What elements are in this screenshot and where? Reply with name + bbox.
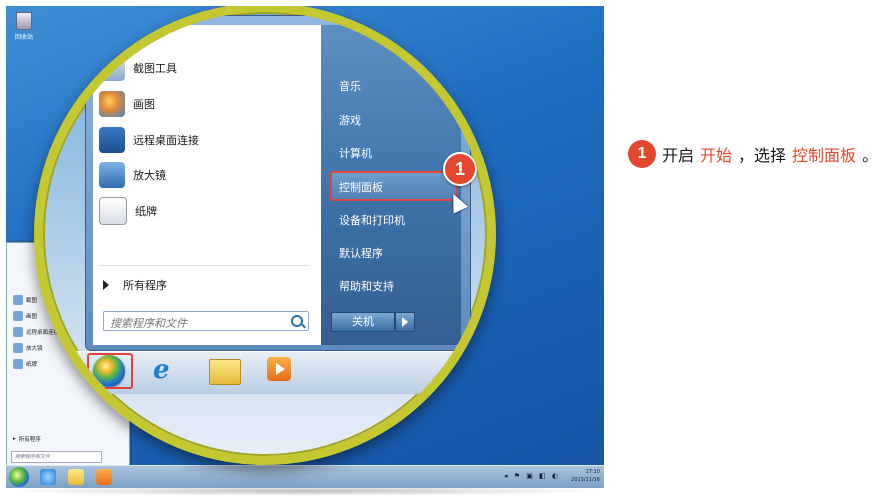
menu-separator [99, 265, 309, 266]
instruction-middle: ，选择 [738, 146, 787, 165]
paint-icon [13, 311, 23, 321]
clock[interactable]: 17:10 2015/11/16 [571, 468, 600, 484]
taskbar: ◂ ⚑ ▣ ◧ ◐ 17:10 2015/11/16 [6, 465, 604, 488]
ie-icon[interactable] [40, 469, 56, 485]
program-item-solitaire[interactable]: 纸牌 [99, 197, 157, 225]
instruction-prefix: 开启 [662, 146, 695, 165]
lens-content: 截图工具 画图 远程桌面连接 放大镜 纸牌 所有程序 搜索程序和文件 音乐 游戏… [43, 15, 487, 456]
ie-icon[interactable]: e [153, 355, 170, 385]
program-item-magnifier[interactable]: 放大镜 [99, 162, 166, 188]
folder-icon[interactable] [68, 469, 84, 485]
triangle-right-icon [103, 280, 109, 290]
program-item-remote-desktop[interactable]: 远程桌面连接 [99, 127, 199, 153]
small-all-programs[interactable]: ▸ 所有程序 [13, 435, 41, 443]
all-programs-link[interactable]: 所有程序 [103, 277, 167, 293]
snipping-tool-icon [99, 55, 125, 81]
start-button-highlight [87, 353, 133, 389]
remote-desktop-icon [13, 327, 23, 337]
solitaire-icon [99, 197, 127, 225]
step-number-badge: 1 [628, 140, 656, 168]
search-icon[interactable] [291, 315, 303, 327]
program-item-paint[interactable]: 画图 [99, 91, 155, 117]
remote-desktop-icon [99, 127, 125, 153]
search-input[interactable] [104, 313, 292, 334]
snipping-tool-icon [13, 295, 23, 305]
shutdown-button[interactable]: 关机 [331, 312, 395, 332]
solitaire-icon [13, 359, 23, 369]
step-badge: 1 [443, 152, 477, 186]
triangle-right-icon: ▸ [13, 436, 16, 442]
clock-date: 2015/11/16 [571, 477, 600, 483]
places-item-music[interactable]: 音乐 [339, 78, 361, 94]
shutdown-options-button[interactable] [395, 312, 415, 332]
instruction-suffix: 。 [862, 146, 879, 165]
program-item-snipping[interactable]: 截图工具 [99, 55, 177, 81]
clock-time: 17:10 [585, 469, 600, 475]
recycle-bin-icon [16, 12, 32, 30]
recycle-bin[interactable]: 回收站 [12, 10, 36, 44]
small-menu-item[interactable]: 放大镜 [13, 343, 43, 353]
places-item-control-panel[interactable]: 控制面板 [339, 179, 383, 195]
places-item-computer[interactable]: 计算机 [339, 145, 372, 161]
small-menu-item[interactable]: 画图 [13, 311, 37, 321]
small-menu-item[interactable]: 纸牌 [13, 359, 37, 369]
magnifier-lens: 截图工具 画图 远程桌面连接 放大镜 纸牌 所有程序 搜索程序和文件 音乐 游戏… [34, 6, 496, 465]
places-item-default-programs[interactable]: 默认程序 [339, 245, 383, 261]
recycle-bin-label: 回收站 [14, 34, 33, 41]
magnifier-icon [13, 343, 23, 353]
folder-icon[interactable] [209, 359, 241, 385]
small-menu-item[interactable]: 截图 [13, 295, 37, 305]
instruction-highlight-start: 开始 [700, 146, 733, 165]
places-item-games[interactable]: 游戏 [339, 112, 361, 128]
search-box[interactable] [103, 311, 309, 334]
places-item-help[interactable]: 帮助和支持 [339, 278, 394, 294]
desktop-screenshot: 回收站 截图 画图 远程桌面连接 放大镜 纸牌 ▸ 所有程序 搜索程序和文件 ◂ … [6, 6, 604, 488]
media-player-icon[interactable] [96, 469, 112, 485]
instruction-highlight-control-panel: 控制面板 [792, 146, 857, 165]
magnifier-icon [99, 162, 125, 188]
paint-icon [99, 91, 125, 117]
media-player-icon[interactable] [267, 357, 291, 381]
system-tray-icons[interactable]: ◂ ⚑ ▣ ◧ ◐ [504, 472, 560, 480]
step-instruction: 1 开启 开始 ，选择 控制面板。 [628, 140, 878, 168]
start-orb-icon[interactable] [9, 467, 29, 487]
places-item-devices[interactable]: 设备和打印机 [339, 212, 405, 228]
